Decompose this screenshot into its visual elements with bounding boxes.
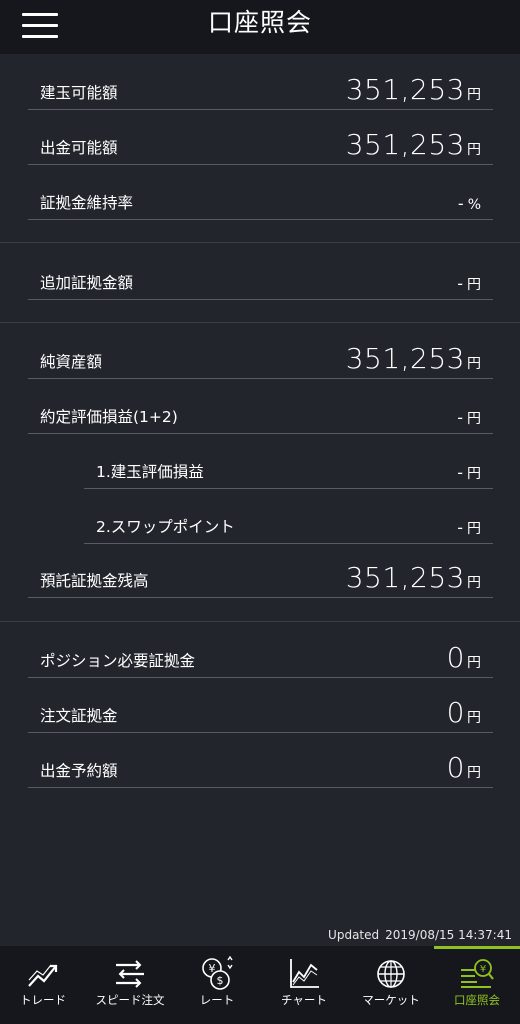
row-additional-margin: 追加証拠金額 - 円 — [28, 244, 493, 300]
nav-tab-market[interactable]: マーケット — [348, 946, 434, 1024]
nav-tab-speed-order[interactable]: スピード注文 — [87, 946, 173, 1024]
amount: - — [457, 274, 465, 293]
account-inquiry-icon: ¥ — [461, 959, 494, 988]
updated-time: 2019/08/15 14:37:41 — [385, 928, 512, 942]
row-withdrawal-reserved: 出金予約額 0 円 — [28, 732, 493, 788]
row-label: 純資産額 — [40, 353, 103, 371]
row-value: - % — [458, 192, 481, 217]
nav-label: スピード注文 — [95, 993, 165, 1007]
currency-unit: 円 — [467, 87, 481, 103]
trade-chart-icon — [28, 964, 58, 987]
currency-unit: 円 — [467, 277, 481, 293]
page-title: 口座照会 — [207, 8, 312, 37]
amount: 351,253 — [345, 561, 465, 594]
amount: - — [457, 463, 465, 482]
section-divider — [0, 242, 520, 243]
row-position-available: 建玉可能額 351,253 円 — [28, 54, 493, 110]
row-value: - 円 — [457, 272, 481, 297]
row-withdrawable: 出金可能額 351,253 円 — [28, 109, 493, 165]
amount: 0 — [446, 641, 465, 674]
nav-label: 口座照会 — [454, 993, 500, 1007]
app-header: 口座照会 — [0, 0, 520, 54]
row-deposit-balance: 預託証拠金残高 351,253 円 — [28, 542, 493, 598]
row-value: 351,253 円 — [346, 128, 481, 162]
row-label: 約定評価損益(1+2) — [40, 408, 178, 426]
amount: 0 — [446, 751, 465, 784]
currency-unit: 円 — [467, 655, 481, 671]
row-label: 出金可能額 — [40, 139, 118, 157]
speed-order-icon — [116, 960, 144, 988]
nav-label: レート — [199, 993, 235, 1007]
row-value: - 円 — [457, 406, 481, 431]
row-label: 追加証拠金額 — [40, 274, 134, 292]
nav-tab-trade[interactable]: トレード — [0, 946, 86, 1024]
row-label: 預託証拠金残高 — [40, 572, 149, 590]
amount: 351,253 — [345, 128, 465, 161]
row-position-pl: 1.建玉評価損益 - 円 — [84, 433, 493, 489]
amount: 0 — [446, 696, 465, 729]
row-value: 0 円 — [447, 696, 481, 730]
currency-unit: 円 — [467, 142, 481, 158]
line-chart-icon — [290, 959, 319, 988]
row-margin-ratio: 証拠金維持率 - % — [28, 164, 493, 220]
currency-unit: 円 — [467, 356, 481, 372]
row-label: ポジション必要証拠金 — [40, 652, 196, 670]
row-value: - 円 — [457, 516, 481, 541]
globe-icon — [377, 960, 405, 988]
row-value: - 円 — [457, 461, 481, 486]
row-order-margin: 注文証拠金 0 円 — [28, 677, 493, 733]
row-label: 証拠金維持率 — [40, 194, 134, 212]
row-value: 0 円 — [447, 751, 481, 785]
updated-label: Updated — [328, 928, 380, 942]
currency-unit: 円 — [467, 411, 481, 427]
row-swap-points: 2.スワップポイント - 円 — [84, 488, 493, 544]
amount: - — [457, 194, 466, 213]
updated-timestamp: Updated 2019/08/15 14:37:41 — [328, 928, 512, 942]
currency-unit: 円 — [467, 466, 481, 482]
currency-unit: 円 — [467, 710, 481, 726]
nav-label: トレード — [20, 993, 66, 1007]
row-total-unrealized-pl: 約定評価損益(1+2) - 円 — [28, 378, 493, 434]
row-value: 351,253 円 — [346, 342, 481, 376]
percent-unit: % — [467, 197, 481, 213]
amount: - — [457, 518, 465, 537]
row-net-assets: 純資産額 351,253 円 — [28, 323, 493, 379]
currency-unit: 円 — [467, 575, 481, 591]
row-label: 建玉可能額 — [40, 84, 118, 102]
row-label: 1.建玉評価損益 — [96, 463, 204, 481]
row-value: 351,253 円 — [346, 561, 481, 595]
row-position-required-margin: ポジション必要証拠金 0 円 — [28, 622, 493, 678]
currency-unit: 円 — [467, 521, 481, 537]
amount: 351,253 — [345, 73, 465, 106]
nav-label: マーケット — [362, 993, 420, 1007]
nav-tab-rate[interactable]: ¥ $ レート — [174, 946, 260, 1024]
row-label: 注文証拠金 — [40, 707, 118, 725]
rate-currency-icon: ¥ $ — [202, 956, 233, 990]
svg-text:$: $ — [217, 974, 224, 987]
nav-tab-account[interactable]: ¥ 口座照会 — [434, 946, 520, 1024]
amount: - — [457, 408, 465, 427]
amount: 351,253 — [345, 342, 465, 375]
row-label: 出金予約額 — [40, 762, 118, 780]
currency-unit: 円 — [467, 765, 481, 781]
nav-tab-chart[interactable]: チャート — [261, 946, 347, 1024]
row-value: 351,253 円 — [346, 73, 481, 107]
nav-label: チャート — [281, 993, 327, 1007]
bottom-nav: トレード スピード注文 ¥ $ レート チャート マーケット ¥ 口座照会 — [0, 946, 520, 1024]
row-label: 2.スワップポイント — [96, 518, 235, 536]
row-value: 0 円 — [447, 641, 481, 675]
svg-text:¥: ¥ — [480, 964, 486, 975]
